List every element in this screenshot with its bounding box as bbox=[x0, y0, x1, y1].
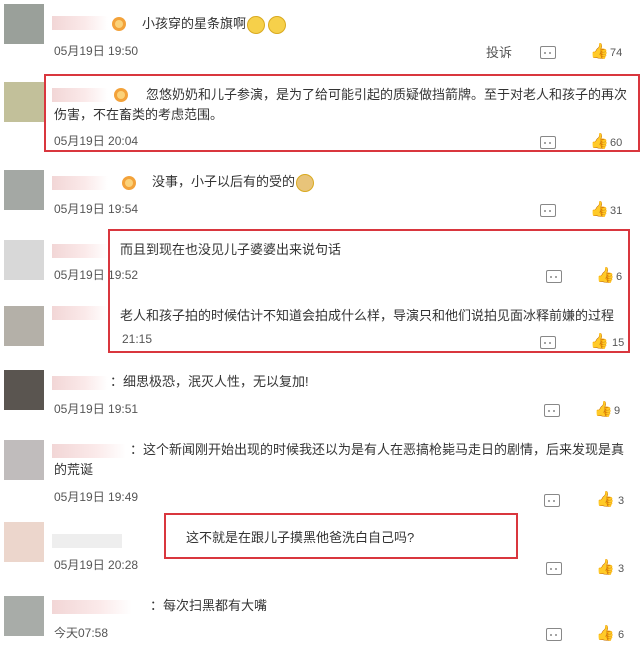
avatar[interactable] bbox=[4, 82, 44, 122]
avatar[interactable] bbox=[4, 240, 44, 280]
comment-item: 小孩穿的星条旗啊 05月19日 19:50 投诉 👍 74 bbox=[0, 0, 640, 68]
comment-item: ：细思极恐，泯灭人性，无以复加! 05月19日 19:51 👍 9 bbox=[0, 360, 640, 426]
comment-text: 没事，小子以后有的受的 bbox=[152, 174, 296, 189]
vip-badge-icon bbox=[122, 176, 136, 190]
comment-item: ：每次扫黑都有大嘴 今天07:58 👍 6 bbox=[0, 588, 640, 657]
like-count: 3 bbox=[618, 495, 625, 507]
like-count: 9 bbox=[614, 405, 621, 417]
like-icon[interactable]: 👍 bbox=[594, 402, 613, 418]
comment-time: 05月19日 20:28 bbox=[54, 558, 139, 572]
smirk-emoji-icon bbox=[247, 16, 265, 34]
like-count: 6 bbox=[618, 629, 625, 641]
comment-time: 05月19日 19:49 bbox=[54, 490, 139, 504]
username-blurred[interactable] bbox=[52, 16, 108, 30]
reply-icon[interactable] bbox=[540, 46, 556, 59]
comment-time: 今天07:58 bbox=[54, 626, 109, 640]
comment-time: 05月19日 19:54 bbox=[54, 202, 139, 216]
smirk-emoji-icon bbox=[268, 16, 286, 34]
reply-icon[interactable] bbox=[546, 562, 562, 575]
username-blurred[interactable] bbox=[52, 600, 132, 614]
like-count: 3 bbox=[618, 563, 625, 575]
avatar[interactable] bbox=[4, 4, 44, 44]
username-blurred[interactable] bbox=[52, 176, 108, 190]
comment-text: ：细思极恐，泯灭人性，无以复加! bbox=[110, 374, 309, 389]
comment-text: 小孩穿的星条旗啊 bbox=[142, 16, 247, 31]
reply-icon[interactable] bbox=[546, 628, 562, 641]
avatar[interactable] bbox=[4, 522, 44, 562]
username-blurred[interactable] bbox=[52, 306, 108, 320]
avatar[interactable] bbox=[4, 370, 44, 410]
doge-emoji-icon bbox=[296, 174, 314, 192]
reply-icon[interactable] bbox=[540, 204, 556, 217]
like-icon[interactable]: 👍 bbox=[596, 492, 615, 508]
like-icon[interactable]: 👍 bbox=[596, 626, 615, 642]
like-count: 31 bbox=[610, 205, 623, 217]
avatar[interactable] bbox=[4, 596, 44, 636]
highlight-box bbox=[164, 513, 518, 559]
highlight-box bbox=[44, 74, 640, 152]
username-blurred[interactable] bbox=[52, 244, 108, 258]
comment-text: ：这个新闻刚开始出现的时候我还以为是有人在恶搞枪毙马走日的剧情，后来发现是真的荒… bbox=[54, 442, 625, 477]
vip-badge-icon bbox=[112, 17, 126, 31]
like-icon[interactable]: 👍 bbox=[590, 44, 609, 60]
like-icon[interactable]: 👍 bbox=[590, 202, 609, 218]
username-blurred[interactable] bbox=[52, 534, 122, 548]
report-link[interactable]: 投诉 bbox=[486, 42, 512, 61]
like-icon[interactable]: 👍 bbox=[596, 560, 615, 576]
comment-time: 05月19日 19:50 bbox=[54, 44, 139, 58]
comment-item: ：这个新闻刚开始出现的时候我还以为是有人在恶搞枪毙马走日的剧情，后来发现是真的荒… bbox=[0, 428, 640, 508]
comment-text: ：每次扫黑都有大嘴 bbox=[150, 598, 268, 613]
like-count: 74 bbox=[610, 47, 623, 59]
username-blurred[interactable] bbox=[52, 376, 108, 390]
comment-item: 没事，小子以后有的受的 05月19日 19:54 👍 31 bbox=[0, 160, 640, 230]
avatar[interactable] bbox=[4, 440, 44, 480]
highlight-box bbox=[108, 229, 630, 353]
avatar[interactable] bbox=[4, 306, 44, 346]
reply-icon[interactable] bbox=[544, 494, 560, 507]
comment-time: 05月19日 19:51 bbox=[54, 402, 139, 416]
reply-icon[interactable] bbox=[544, 404, 560, 417]
avatar[interactable] bbox=[4, 170, 44, 210]
